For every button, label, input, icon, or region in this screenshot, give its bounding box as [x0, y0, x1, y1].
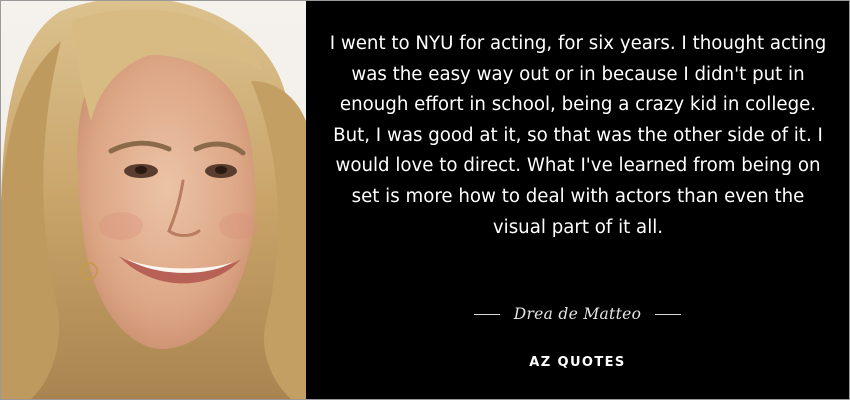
portrait-photo: [1, 1, 306, 399]
quote-panel: I went to NYU for acting, for six years.…: [306, 1, 849, 399]
quote-card: I went to NYU for acting, for six years.…: [0, 0, 850, 400]
author-dash-right: [655, 313, 682, 315]
quote-author[interactable]: Drea de Matteo: [514, 305, 641, 323]
author-row: Drea de Matteo: [306, 301, 849, 327]
quote-text: I went to NYU for acting, for six years.…: [329, 33, 827, 238]
author-dash-left: [473, 313, 500, 315]
azquotes-logo[interactable]: AZ QUOTES: [306, 355, 849, 370]
